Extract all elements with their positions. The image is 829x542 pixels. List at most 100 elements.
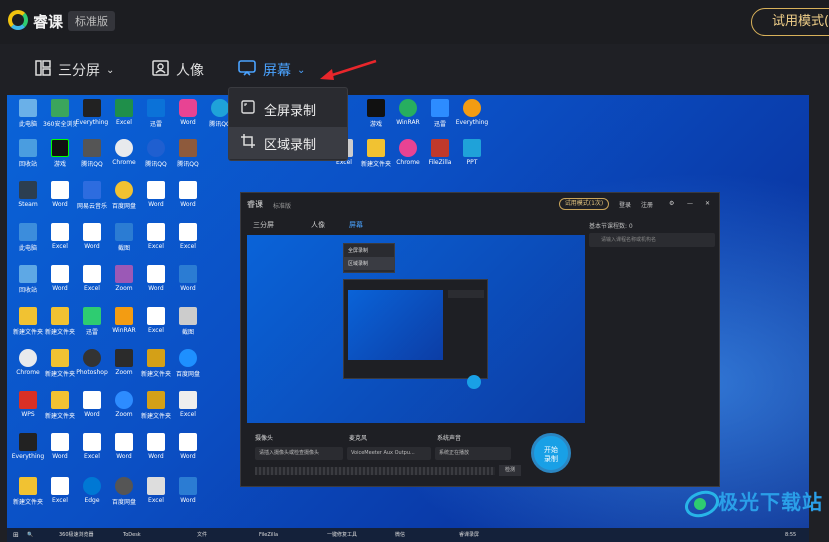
nested-split-tab[interactable]: 三分屏	[253, 220, 274, 230]
desktop-icon[interactable]: 百度网盘	[107, 477, 141, 506]
desktop-icon[interactable]: 新建文件夹	[43, 349, 77, 378]
desktop-icon[interactable]: Excel	[43, 477, 77, 504]
desktop-icon[interactable]: Word	[139, 181, 173, 208]
desktop-icon[interactable]: FileZilla	[423, 139, 457, 166]
desktop-icon[interactable]: Excel	[139, 223, 173, 250]
desktop-icon[interactable]: 新建文件夹	[11, 477, 45, 506]
desktop-icon[interactable]: Excel	[139, 307, 173, 334]
taskbar-item[interactable]: 微信	[395, 530, 405, 540]
desktop-icon[interactable]: Word	[75, 391, 109, 418]
nested-dd-region[interactable]: 区域录制	[344, 257, 394, 270]
taskbar-item[interactable]: FileZilla	[259, 530, 278, 540]
nested-screen-tab[interactable]: 屏幕	[349, 220, 363, 230]
desktop-icon[interactable]: Zoom	[107, 391, 141, 418]
desktop-icon[interactable]: WPS	[11, 391, 45, 418]
desktop-icon[interactable]: 截图	[107, 223, 141, 252]
desktop-icon[interactable]: Word	[171, 99, 205, 126]
nested-portrait-tab[interactable]: 人像	[311, 220, 325, 230]
taskbar-item[interactable]: 文件	[197, 530, 207, 540]
fullscreen-record-option[interactable]: 全屏录制	[229, 93, 347, 125]
desktop-icon[interactable]: 腾讯QQ	[171, 139, 205, 168]
desktop-icon[interactable]: Excel	[75, 265, 109, 292]
desktop-icon[interactable]: 截图	[171, 307, 205, 336]
desktop-icon[interactable]: 新建文件夹	[43, 307, 77, 336]
desktop-icon[interactable]: 新建文件夹	[139, 349, 173, 378]
desktop-icon[interactable]: Word	[43, 433, 77, 460]
desktop-icon[interactable]: 360安全浏览器	[43, 99, 77, 128]
trial-mode-button[interactable]: 试用模式(	[751, 8, 829, 36]
desktop-icon[interactable]: Everything	[11, 433, 45, 460]
desktop-icon[interactable]: Excel	[139, 477, 173, 504]
desktop-icon[interactable]: 新建文件夹	[43, 391, 77, 420]
desktop-icon[interactable]: 百度网盘	[171, 349, 205, 378]
portrait-tab[interactable]: 人像	[152, 59, 204, 81]
desktop-icon[interactable]: Photoshop	[75, 349, 109, 376]
nested-check-button[interactable]: 检测	[499, 465, 521, 476]
desktop-icon[interactable]: 百度网盘	[107, 181, 141, 210]
nested-search-input[interactable]: 请输入课程名称或机构名	[589, 233, 715, 247]
desktop-icon[interactable]: Zoom	[107, 349, 141, 376]
desktop-icon[interactable]: 此电脑	[11, 223, 45, 252]
nested-start-record-button[interactable]: 开始 录制	[531, 433, 571, 473]
nested-dd-full[interactable]: 全屏录制	[344, 244, 394, 257]
desktop-icon[interactable]: 新建文件夹	[359, 139, 393, 168]
taskbar-item[interactable]: 一键修复工具	[327, 530, 357, 540]
desktop-icon[interactable]: 新建文件夹	[139, 391, 173, 420]
desktop-icon[interactable]: 游戏	[359, 99, 393, 128]
split-screen-tab[interactable]: 三分屏 ⌄	[35, 59, 114, 81]
desktop-icon[interactable]: Word	[139, 433, 173, 460]
taskbar-item[interactable]: 睿课录屏	[459, 530, 479, 540]
desktop-icon[interactable]: 腾讯QQ	[139, 139, 173, 168]
desktop-icon[interactable]: Word	[43, 181, 77, 208]
desktop-icon[interactable]: Excel	[107, 99, 141, 126]
desktop-icon[interactable]: PPT	[455, 139, 489, 166]
desktop-icon[interactable]: 网易云音乐	[75, 181, 109, 210]
desktop-icon[interactable]: Everything	[455, 99, 489, 126]
taskbar-search-icon[interactable]: 🔍	[27, 530, 33, 540]
desktop-icon[interactable]: Excel	[43, 223, 77, 250]
nested-sound-select[interactable]: 系统正在播放	[435, 447, 511, 460]
desktop-icon[interactable]: Word	[171, 477, 205, 504]
desktop-icon[interactable]: Word	[43, 265, 77, 292]
nested-login[interactable]: 登录	[619, 200, 631, 209]
desktop-icon[interactable]: 回收站	[11, 265, 45, 294]
desktop-icon[interactable]: Zoom	[107, 265, 141, 292]
desktop-icon[interactable]: Edge	[75, 477, 109, 504]
desktop-icon[interactable]: Chrome	[11, 349, 45, 376]
desktop-icon[interactable]: Word	[171, 181, 205, 208]
desktop-icon[interactable]: Word	[171, 265, 205, 292]
desktop-icon[interactable]: Excel	[75, 433, 109, 460]
desktop-icon[interactable]: 迅雷	[139, 99, 173, 128]
desktop-icon[interactable]: Chrome	[107, 139, 141, 166]
taskbar-item[interactable]: ToDesk	[123, 530, 141, 540]
desktop-icon[interactable]: Everything	[75, 99, 109, 126]
desktop-icon[interactable]: 新建文件夹	[11, 307, 45, 336]
nested-register[interactable]: 注册	[641, 200, 653, 209]
desktop-icon[interactable]: Excel	[171, 391, 205, 418]
desktop-icon[interactable]: Word	[75, 223, 109, 250]
desktop-icon[interactable]: 迅雷	[75, 307, 109, 336]
desktop-icon[interactable]: Excel	[171, 223, 205, 250]
desktop-icon[interactable]: Word	[139, 265, 173, 292]
desktop-icon[interactable]: 游戏	[43, 139, 77, 168]
nested-trial-button[interactable]: 试用模式(1次)	[559, 198, 609, 210]
desktop-icon[interactable]: Steam	[11, 181, 45, 208]
desktop-icon[interactable]: Chrome	[391, 139, 425, 166]
desktop-icon[interactable]: 迅雷	[423, 99, 457, 128]
desktop-icon[interactable]: WinRAR	[391, 99, 425, 126]
nested-mic-select[interactable]: VoiceMeeter Aux Outpu...	[347, 447, 431, 460]
nested-minimize-icon[interactable]: —	[687, 200, 693, 207]
nested-camera-select[interactable]: 请插入摄像头或检查摄像头	[255, 447, 343, 460]
taskbar-item[interactable]: 360极速浏览器	[59, 530, 94, 540]
desktop-icon[interactable]: 此电脑	[11, 99, 45, 128]
nested-settings-icon[interactable]: ⚙	[669, 200, 674, 207]
desktop-icon[interactable]: Word	[107, 433, 141, 460]
start-icon[interactable]: ⊞	[13, 530, 19, 540]
screen-tab[interactable]: 屏幕 ⌄	[238, 59, 305, 81]
desktop-icon[interactable]: Word	[171, 433, 205, 460]
desktop-icon[interactable]: 回收站	[11, 139, 45, 168]
region-record-option[interactable]: 区域录制	[229, 127, 347, 159]
desktop-icon[interactable]: 腾讯QQ	[75, 139, 109, 168]
nested-close-icon[interactable]: ✕	[705, 200, 710, 207]
desktop-icon[interactable]: WinRAR	[107, 307, 141, 334]
